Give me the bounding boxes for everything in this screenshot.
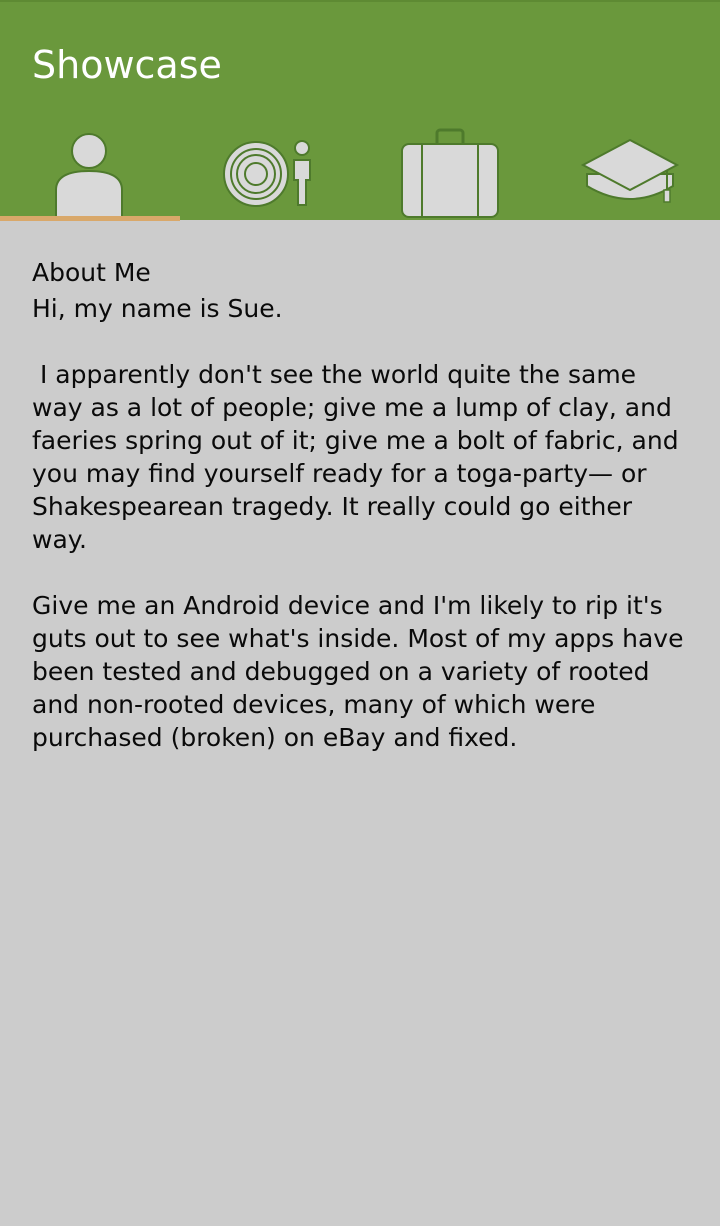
about-content: About Me Hi, my name is Sue. I apparentl…	[32, 256, 688, 787]
app-bar: Showcase	[0, 0, 720, 221]
about-paragraph: I apparently don't see the world quite t…	[32, 360, 687, 554]
tab-education[interactable]	[540, 120, 720, 220]
briefcase-icon	[401, 128, 499, 218]
tab-interests[interactable]	[180, 120, 360, 220]
tab-work[interactable]	[360, 120, 540, 220]
graduation-cap-icon	[580, 138, 680, 203]
tab-about[interactable]	[0, 120, 180, 220]
about-paragraph: Hi, my name is Sue.	[32, 294, 283, 323]
target-person-icon	[223, 140, 311, 207]
selected-tab-indicator	[0, 216, 180, 221]
about-paragraph: Give me an Android device and I'm likely…	[32, 591, 692, 752]
app-title: Showcase	[32, 43, 222, 87]
tab-bar	[0, 120, 720, 220]
person-icon	[55, 133, 123, 218]
section-heading: About Me	[32, 258, 151, 287]
